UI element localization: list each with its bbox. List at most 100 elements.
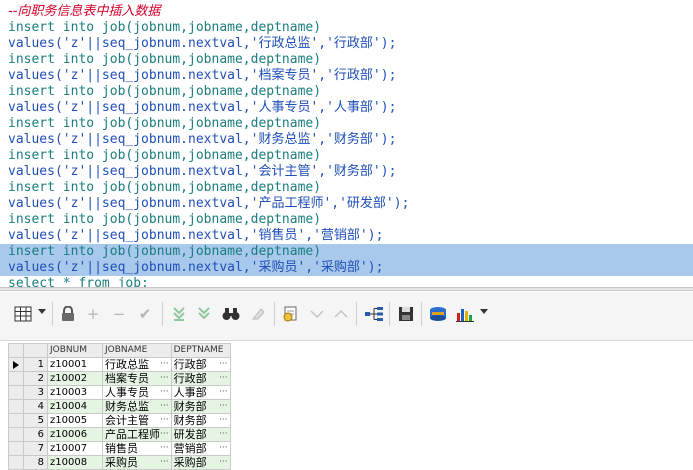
table-row[interactable]: 2 z10002 档案专员 ··· 行政部 ··· <box>8 371 231 386</box>
cell-edit-button[interactable]: ··· <box>160 429 170 441</box>
cell-deptname[interactable]: 行政部 ··· <box>170 371 231 386</box>
cell-edit-button[interactable]: ··· <box>219 429 229 441</box>
sql-editor[interactable]: --向职务信息表中插入数据 insert into job(jobnum,job… <box>0 0 693 288</box>
cell-edit-button[interactable]: ··· <box>219 387 229 399</box>
result-grid-area: JOBNUM JOBNAME DEPTNAME 1 z10001 行政总监 ···… <box>0 341 693 470</box>
cell-edit-button[interactable]: ··· <box>160 457 170 469</box>
cell-edit-button[interactable]: ··· <box>160 401 170 413</box>
export-icon[interactable] <box>427 303 449 325</box>
current-row-arrow-icon <box>8 357 24 372</box>
code-line-insert[interactable]: insert into job(jobnum,jobname,deptname) <box>0 212 693 228</box>
column-header-jobname[interactable]: JOBNAME <box>102 343 172 358</box>
code-line-values[interactable]: values('z'||seq_jobnum.nextval,'人事专员','人… <box>0 100 693 116</box>
row-number: 3 <box>23 385 48 400</box>
table-row[interactable]: 3 z10003 人事专员 ··· 人事部 ··· <box>8 385 231 400</box>
code-line-insert-selected[interactable]: insert into job(jobnum,jobname,deptname) <box>0 244 693 260</box>
cell-edit-button[interactable]: ··· <box>219 415 229 427</box>
cell-jobname[interactable]: 会计主管 ··· <box>102 413 172 428</box>
result-grid[interactable]: JOBNUM JOBNAME DEPTNAME 1 z10001 行政总监 ···… <box>8 343 231 470</box>
query-by-example-icon[interactable] <box>280 303 302 325</box>
next-query-icon[interactable] <box>330 303 352 325</box>
cell-deptname[interactable]: 营销部 ··· <box>170 441 231 456</box>
cell-deptname[interactable]: 人事部 ··· <box>170 385 231 400</box>
delete-record-icon[interactable]: − <box>108 303 130 325</box>
cell-edit-button[interactable]: ··· <box>219 359 229 371</box>
code-line-insert[interactable]: insert into job(jobnum,jobname,deptname) <box>0 84 693 100</box>
cell-edit-button[interactable]: ··· <box>160 359 170 371</box>
grid-corner-num <box>23 343 48 358</box>
cell-jobnum[interactable]: z10001 <box>47 357 103 372</box>
cell-deptname-text: 人事部 <box>173 386 207 399</box>
fetch-all-icon[interactable] <box>193 303 215 325</box>
cell-edit-button[interactable]: ··· <box>160 443 170 455</box>
row-number: 8 <box>23 455 48 470</box>
code-line-insert[interactable]: insert into job(jobnum,jobname,deptname) <box>0 180 693 196</box>
table-row[interactable]: 5 z10005 会计主管 ··· 财务部 ··· <box>8 413 231 428</box>
code-line-insert[interactable]: insert into job(jobnum,jobname,deptname) <box>0 148 693 164</box>
cell-jobname[interactable]: 档案专员 ··· <box>102 371 172 386</box>
cell-edit-button[interactable]: ··· <box>219 457 229 469</box>
table-row[interactable]: 8 z10008 采购员 ··· 采购部 ··· <box>8 455 231 470</box>
chevron-down-icon[interactable] <box>38 309 46 314</box>
cell-edit-button[interactable]: ··· <box>160 387 170 399</box>
cell-deptname-text: 采购部 <box>173 456 207 469</box>
fetch-next-icon[interactable] <box>168 303 190 325</box>
cell-jobnum[interactable]: z10006 <box>47 427 103 442</box>
code-line-values[interactable]: values('z'||seq_jobnum.nextval,'产品工程师','… <box>0 196 693 212</box>
cell-edit-button[interactable]: ··· <box>219 373 229 385</box>
grid-view-icon[interactable] <box>12 303 34 325</box>
cell-edit-button[interactable]: ··· <box>160 373 170 385</box>
query-tree-icon[interactable] <box>363 303 385 325</box>
code-line-insert[interactable]: insert into job(jobnum,jobname,deptname) <box>0 52 693 68</box>
column-header-deptname[interactable]: DEPTNAME <box>170 343 231 358</box>
cell-jobnum[interactable]: z10002 <box>47 371 103 386</box>
cell-deptname[interactable]: 财务部 ··· <box>170 413 231 428</box>
cell-jobname[interactable]: 销售员 ··· <box>102 441 172 456</box>
add-record-icon[interactable]: + <box>82 303 104 325</box>
cell-jobnum[interactable]: z10007 <box>47 441 103 456</box>
cell-jobname[interactable]: 采购员 ··· <box>102 455 172 470</box>
lock-icon[interactable] <box>57 303 79 325</box>
code-line-values[interactable]: values('z'||seq_jobnum.nextval,'销售员','营销… <box>0 228 693 244</box>
chevron-down-icon[interactable] <box>480 309 488 314</box>
cell-deptname[interactable]: 财务部 ··· <box>170 399 231 414</box>
find-icon[interactable] <box>220 303 242 325</box>
table-row[interactable]: 1 z10001 行政总监 ··· 行政部 ··· <box>8 357 231 372</box>
code-line-comment[interactable]: --向职务信息表中插入数据 <box>0 4 693 20</box>
code-line-values[interactable]: values('z'||seq_jobnum.nextval,'会计主管','财… <box>0 164 693 180</box>
cell-jobnum[interactable]: z10005 <box>47 413 103 428</box>
previous-query-icon[interactable] <box>306 303 328 325</box>
code-line-values[interactable]: values('z'||seq_jobnum.nextval,'行政总监','行… <box>0 36 693 52</box>
table-row[interactable]: 4 z10004 财务总监 ··· 财务部 ··· <box>8 399 231 414</box>
row-indicator <box>8 399 24 414</box>
cell-deptname-text: 营销部 <box>173 442 207 455</box>
cell-edit-button[interactable]: ··· <box>160 415 170 427</box>
cell-jobnum[interactable]: z10004 <box>47 399 103 414</box>
cell-deptname[interactable]: 采购部 ··· <box>170 455 231 470</box>
code-line-values[interactable]: values('z'||seq_jobnum.nextval,'档案专员','行… <box>0 68 693 84</box>
row-number: 7 <box>23 441 48 456</box>
save-icon[interactable] <box>395 303 417 325</box>
cell-jobnum[interactable]: z10008 <box>47 455 103 470</box>
code-line-values-selected[interactable]: values('z'||seq_jobnum.nextval,'采购员','采购… <box>0 260 693 276</box>
post-changes-icon[interactable]: ✔ <box>134 303 156 325</box>
cell-edit-button[interactable]: ··· <box>219 443 229 455</box>
table-row[interactable]: 6 z10006 产品工程师 ··· 研发部 ··· <box>8 427 231 442</box>
cell-jobname[interactable]: 财务总监 ··· <box>102 399 172 414</box>
column-header-jobnum[interactable]: JOBNUM <box>47 343 103 358</box>
grid-corner[interactable] <box>8 343 24 358</box>
cell-deptname[interactable]: 研发部 ··· <box>170 427 231 442</box>
cell-deptname[interactable]: 行政部 ··· <box>170 357 231 372</box>
cell-jobnum[interactable]: z10003 <box>47 385 103 400</box>
code-line-insert[interactable]: insert into job(jobnum,jobname,deptname) <box>0 20 693 36</box>
table-row[interactable]: 7 z10007 销售员 ··· 营销部 ··· <box>8 441 231 456</box>
cell-jobname[interactable]: 产品工程师 ··· <box>102 427 172 442</box>
cell-jobname[interactable]: 人事专员 ··· <box>102 385 172 400</box>
splitter[interactable] <box>0 287 693 291</box>
code-line-insert[interactable]: insert into job(jobnum,jobname,deptname) <box>0 116 693 132</box>
clear-icon[interactable] <box>247 303 269 325</box>
chart-icon[interactable] <box>454 303 476 325</box>
cell-edit-button[interactable]: ··· <box>219 401 229 413</box>
code-line-values[interactable]: values('z'||seq_jobnum.nextval,'财务总监','财… <box>0 132 693 148</box>
cell-jobname[interactable]: 行政总监 ··· <box>102 357 172 372</box>
